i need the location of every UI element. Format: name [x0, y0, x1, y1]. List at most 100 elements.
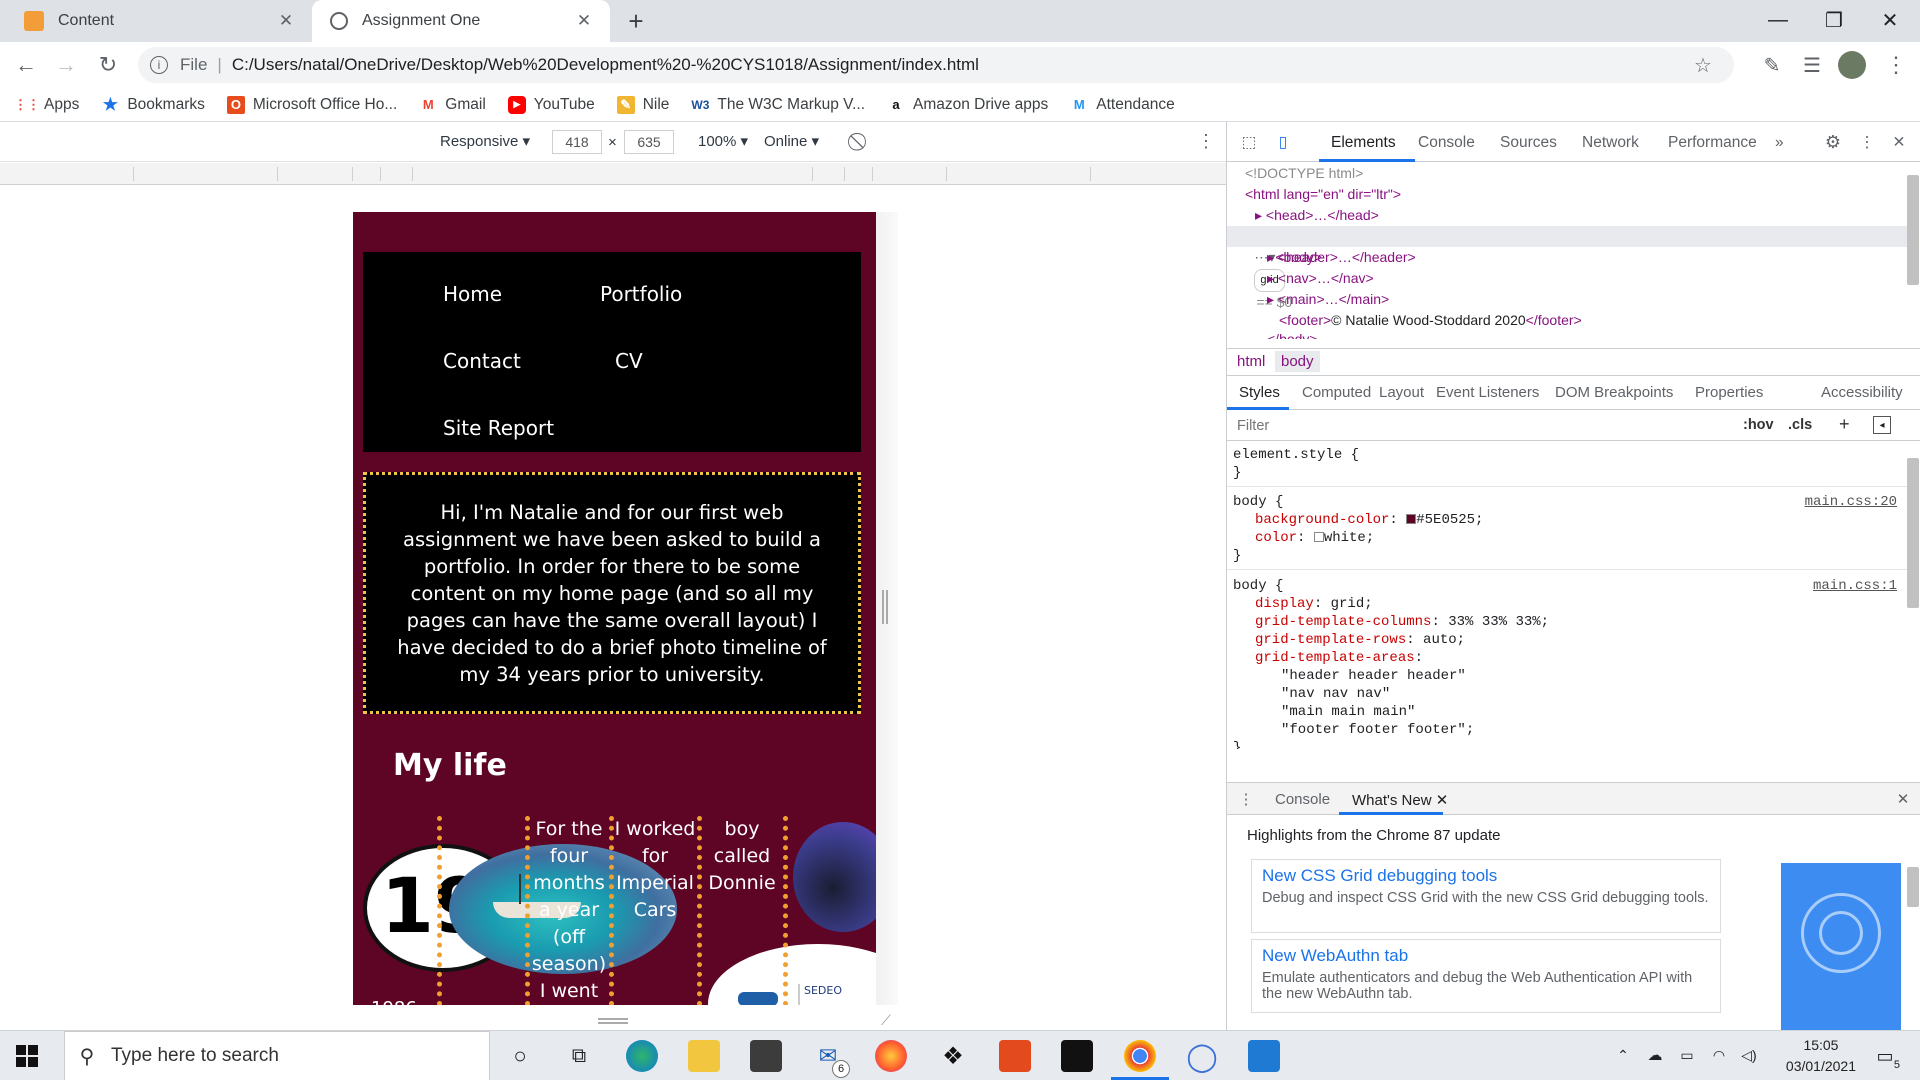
dom-html[interactable]: <html lang="en" dir="ltr">: [1245, 184, 1401, 205]
nav-site-report-link[interactable]: Site Report: [443, 416, 554, 440]
device-mode-select[interactable]: Responsive ▾: [440, 132, 530, 150]
close-drawer-icon[interactable]: ✕: [1893, 789, 1913, 809]
resize-handle-right[interactable]: [882, 590, 888, 624]
tab-console[interactable]: Console: [1418, 134, 1475, 152]
drawer-tab-console[interactable]: Console: [1275, 791, 1330, 808]
more-options-icon[interactable]: ⋮: [1196, 130, 1216, 152]
rule-body-grid-selector[interactable]: body {: [1233, 577, 1283, 595]
back-button[interactable]: ←: [10, 49, 42, 81]
windows-start-icon[interactable]: [14, 1043, 40, 1069]
dropbox-icon[interactable]: ❖: [937, 1040, 969, 1072]
nav-home-link[interactable]: Home: [443, 282, 502, 306]
device-toggle-icon[interactable]: ▯: [1271, 130, 1295, 154]
maximize-button[interactable]: ❐: [1804, 0, 1864, 40]
prop-grid-template-areas[interactable]: grid-template-areas:: [1255, 649, 1423, 667]
subtab-computed[interactable]: Computed: [1302, 384, 1371, 401]
vscode-icon[interactable]: [1248, 1040, 1280, 1072]
hov-button[interactable]: :hov: [1743, 417, 1774, 433]
prop-background-color[interactable]: background-color: #5E0525;: [1255, 511, 1483, 529]
avatar[interactable]: [1838, 51, 1866, 79]
firefox-icon[interactable]: [875, 1040, 907, 1072]
cortana-icon[interactable]: ○: [504, 1040, 536, 1072]
prop-grid-template-rows[interactable]: grid-template-rows: auto;: [1255, 631, 1465, 649]
nav-portfolio-link[interactable]: Portfolio: [600, 282, 682, 306]
store-icon[interactable]: [750, 1040, 782, 1072]
media-query-ruler[interactable]: [0, 163, 1226, 185]
file-explorer-icon[interactable]: [688, 1040, 720, 1072]
dom-main[interactable]: ▸ <main>…</main>: [1267, 289, 1389, 310]
subtab-event-listeners[interactable]: Event Listeners: [1436, 384, 1539, 401]
bookmark-youtube[interactable]: ▶ YouTube: [507, 95, 595, 114]
nav-cv-link[interactable]: CV: [615, 349, 643, 373]
edge-icon[interactable]: [626, 1040, 658, 1072]
prop-color[interactable]: color: white;: [1255, 529, 1374, 547]
source-link-main-css-20[interactable]: main.css:20: [1805, 493, 1897, 511]
height-input[interactable]: 635: [624, 130, 674, 154]
color-swatch[interactable]: [1313, 532, 1324, 543]
volume-icon[interactable]: ◁): [1738, 1045, 1760, 1065]
mail-icon[interactable]: ✉ 6: [812, 1040, 850, 1078]
bookmark-nile[interactable]: ✎ Nile: [616, 95, 669, 114]
menu-icon[interactable]: ⋮: [1880, 49, 1912, 81]
cls-button[interactable]: .cls: [1788, 417, 1812, 433]
chrome-icon[interactable]: [1124, 1040, 1156, 1072]
tab-sources[interactable]: Sources: [1500, 134, 1557, 152]
crumb-html[interactable]: html: [1237, 353, 1265, 370]
forward-button[interactable]: →: [50, 49, 82, 81]
rotate-icon[interactable]: ⃠: [850, 130, 872, 152]
drawer-tab-whats-new[interactable]: What's New ✕: [1352, 791, 1448, 809]
reload-button[interactable]: ↻: [92, 49, 124, 81]
bookmark-amazon-drive[interactable]: a Amazon Drive apps: [887, 96, 1048, 114]
dom-footer[interactable]: <footer>© Natalie Wood-Stoddard 2020</fo…: [1279, 310, 1582, 331]
toggle-sidebar-icon[interactable]: ◂: [1873, 416, 1891, 434]
prop-grid-template-columns[interactable]: grid-template-columns: 33% 33% 33%;: [1255, 613, 1549, 631]
whats-new-card-webauthn[interactable]: New WebAuthn tab Emulate authenticators …: [1251, 939, 1721, 1013]
bookmark-bookmarks[interactable]: ★ Bookmarks: [101, 95, 205, 114]
crumb-body[interactable]: body: [1275, 351, 1320, 372]
address-bar[interactable]: i File | C:/Users/natal/OneDrive/Desktop…: [138, 47, 1734, 83]
onedrive-icon[interactable]: ☁: [1644, 1045, 1666, 1065]
tab-performance[interactable]: Performance: [1668, 134, 1757, 152]
battery-icon[interactable]: ▭: [1676, 1045, 1698, 1065]
tab-elements[interactable]: Elements: [1331, 134, 1396, 152]
bookmark-gmail[interactable]: M Gmail: [419, 96, 486, 114]
bookmark-w3c[interactable]: W3 The W3C Markup V...: [691, 96, 865, 114]
close-devtools-icon[interactable]: ✕: [1887, 130, 1911, 154]
subtab-properties[interactable]: Properties: [1695, 384, 1763, 401]
bookmark-attendance[interactable]: M Attendance: [1070, 96, 1175, 114]
minimize-button[interactable]: —: [1748, 0, 1808, 40]
prop-display[interactable]: display: grid;: [1255, 595, 1373, 613]
close-tab-icon[interactable]: ✕: [574, 11, 594, 31]
dom-header[interactable]: ▸ <header>…</header>: [1267, 247, 1416, 268]
task-view-icon[interactable]: ⧉: [563, 1040, 595, 1072]
subtab-styles[interactable]: Styles: [1239, 384, 1280, 401]
filter-input[interactable]: [1231, 414, 1729, 438]
dom-scrollbar[interactable]: [1907, 175, 1919, 285]
subtab-accessibility[interactable]: Accessibility: [1821, 384, 1903, 401]
clock[interactable]: 15:05 03/01/2021: [1786, 1035, 1856, 1077]
new-tab-button[interactable]: +: [618, 6, 654, 36]
close-whats-new-icon[interactable]: ✕: [1436, 792, 1449, 809]
network-select[interactable]: Online ▾: [764, 132, 819, 150]
styles-scrollbar[interactable]: [1907, 458, 1919, 608]
resize-corner-icon[interactable]: ⟋: [878, 1012, 894, 1028]
tab-network[interactable]: Network: [1582, 134, 1639, 152]
tray-chevron-icon[interactable]: ⌃: [1614, 1045, 1632, 1065]
resize-handle-bottom[interactable]: [598, 1018, 628, 1024]
extensions-icon[interactable]: ✎: [1756, 49, 1788, 81]
devtools-menu-icon[interactable]: ⋮: [1857, 130, 1877, 154]
drawer-menu-icon[interactable]: ⋮: [1239, 789, 1254, 809]
more-tabs-icon[interactable]: »: [1775, 134, 1784, 152]
star-icon[interactable]: ☆: [1690, 52, 1716, 78]
close-tab-icon[interactable]: ✕: [276, 11, 296, 31]
subtab-layout[interactable]: Layout: [1379, 384, 1424, 401]
drawer-scrollbar[interactable]: [1907, 867, 1919, 907]
rule-body-selector[interactable]: body {: [1233, 493, 1283, 511]
bookmark-apps[interactable]: ⋮⋮ Apps: [14, 96, 79, 114]
bookmark-office[interactable]: O Microsoft Office Ho...: [226, 95, 397, 114]
whats-new-card-grid[interactable]: New CSS Grid debugging tools Debug and i…: [1251, 859, 1721, 933]
dom-body-row[interactable]: ⋯▾<body> grid == $0: [1227, 226, 1907, 310]
chat-icon[interactable]: ◯: [1186, 1040, 1218, 1072]
zoom-select[interactable]: 100% ▾: [698, 132, 748, 150]
nav-contact-link[interactable]: Contact: [443, 349, 521, 373]
